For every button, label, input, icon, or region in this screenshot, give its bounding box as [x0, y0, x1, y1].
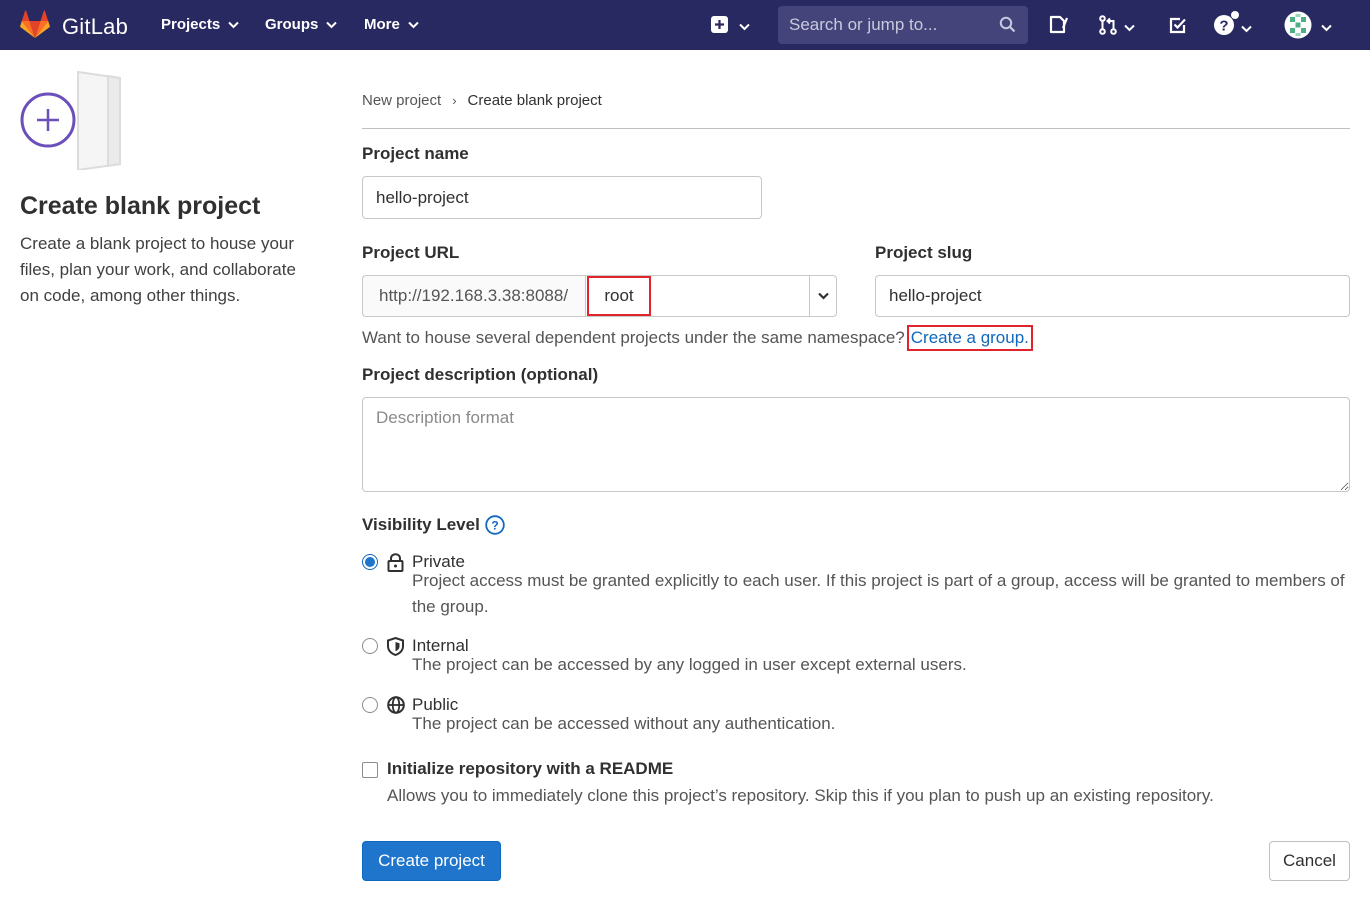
- visibility-desc-public: The project can be accessed without any …: [412, 714, 836, 733]
- page-title: Create blank project: [20, 192, 261, 220]
- nav-groups-dropdown[interactable]: Groups: [265, 16, 338, 33]
- create-group-hint-text: Want to house several dependent projects…: [362, 328, 905, 347]
- project-url-prefix: http://192.168.3.38:8088/: [362, 275, 586, 317]
- user-menu-dropdown[interactable]: [1284, 11, 1332, 44]
- project-url-label: Project URL: [362, 243, 460, 262]
- chevron-down-icon: [228, 16, 239, 33]
- nav-projects-label: Projects: [161, 16, 221, 33]
- namespace-select[interactable]: root: [585, 275, 837, 317]
- question-circle-icon[interactable]: ?: [485, 515, 505, 535]
- namespace-value-text: root: [604, 286, 634, 305]
- todos-button[interactable]: [1169, 16, 1187, 39]
- visibility-desc-internal: The project can be accessed by any logge…: [412, 655, 967, 674]
- search-input[interactable]: [789, 15, 994, 35]
- initialize-readme-description: Allows you to immediately clone this pro…: [387, 786, 1214, 805]
- chevron-down-icon: [1241, 20, 1252, 38]
- help-dropdown[interactable]: ?: [1213, 11, 1252, 42]
- visibility-option-public[interactable]: Public The project can be accessed witho…: [362, 695, 1352, 737]
- svg-text:?: ?: [491, 519, 498, 533]
- create-group-hint: Want to house several dependent projects…: [362, 325, 1033, 351]
- visibility-radio-private[interactable]: [362, 554, 378, 570]
- project-description-textarea[interactable]: [362, 397, 1350, 492]
- gitlab-logo-icon: [20, 10, 50, 44]
- nav-more-label: More: [364, 16, 400, 33]
- shield-icon: [387, 636, 405, 678]
- namespace-value[interactable]: root: [587, 276, 651, 316]
- plus-square-icon: [711, 16, 728, 38]
- search-box[interactable]: [778, 6, 1028, 44]
- project-url-prefix-text: http://192.168.3.38:8088/: [379, 286, 569, 305]
- divider: [362, 128, 1350, 129]
- avatar: [1284, 11, 1312, 44]
- search-icon: [999, 16, 1016, 38]
- visibility-level-label: Visibility Level: [362, 515, 480, 534]
- new-dropdown[interactable]: [711, 16, 750, 38]
- project-name-input[interactable]: [362, 176, 762, 219]
- visibility-desc-private: Project access must be granted explicitl…: [412, 571, 1345, 616]
- lock-icon: [387, 553, 405, 620]
- visibility-radio-public[interactable]: [362, 697, 378, 713]
- cancel-button[interactable]: Cancel: [1269, 841, 1350, 881]
- help-icon: ?: [1213, 11, 1239, 42]
- chevron-down-icon: [326, 16, 338, 33]
- nav-more-dropdown[interactable]: More: [364, 16, 419, 33]
- chevron-down-icon: [1321, 19, 1332, 37]
- top-navbar: GitLab Projects Groups More Search or ju…: [0, 0, 1370, 50]
- chevron-down-icon: [739, 18, 750, 36]
- nav-groups-label: Groups: [265, 16, 319, 33]
- create-project-button[interactable]: Create project: [362, 841, 501, 881]
- chevron-down-icon: [817, 287, 829, 305]
- visibility-option-private[interactable]: Private Project access must be granted e…: [362, 552, 1352, 620]
- breadcrumb-separator-icon: ›: [452, 93, 457, 108]
- chevron-down-icon: [408, 16, 419, 33]
- breadcrumb: New project › Create blank project: [362, 92, 602, 109]
- nav-projects-dropdown[interactable]: Projects: [161, 16, 239, 33]
- visibility-option-internal[interactable]: Internal The project can be accessed by …: [362, 636, 1352, 678]
- visibility-radio-internal[interactable]: [362, 638, 378, 654]
- visibility-level-title: Visibility Level ?: [362, 515, 505, 535]
- project-slug-label: Project slug: [875, 243, 973, 262]
- globe-icon: [387, 696, 405, 737]
- issues-icon: [1049, 15, 1069, 39]
- breadcrumb-current: Create blank project: [467, 92, 602, 109]
- todo-checkbox-icon: [1169, 16, 1187, 39]
- blank-project-illustration: [20, 70, 130, 172]
- left-panel: Create blank project Create a blank proj…: [20, 70, 320, 309]
- chevron-down-icon: [1124, 19, 1135, 37]
- project-name-label: Project name: [362, 144, 469, 163]
- breadcrumb-new-project[interactable]: New project: [362, 92, 441, 109]
- namespace-dropdown-button[interactable]: [809, 276, 836, 316]
- gitlab-home-link[interactable]: GitLab: [20, 10, 128, 44]
- create-group-link[interactable]: Create a group.: [906, 325, 1033, 351]
- issues-button[interactable]: [1049, 15, 1069, 39]
- brand-name: GitLab: [62, 14, 129, 39]
- page-description: Create a blank project to house your fil…: [20, 234, 296, 305]
- initialize-readme-label[interactable]: Initialize repository with a README: [387, 759, 673, 779]
- project-description-label: Project description (optional): [362, 365, 599, 384]
- merge-request-icon: [1099, 15, 1117, 40]
- merge-requests-dropdown[interactable]: [1099, 15, 1135, 40]
- svg-text:?: ?: [1219, 18, 1228, 35]
- project-slug-input[interactable]: [875, 275, 1350, 317]
- initialize-readme-checkbox[interactable]: [362, 762, 378, 778]
